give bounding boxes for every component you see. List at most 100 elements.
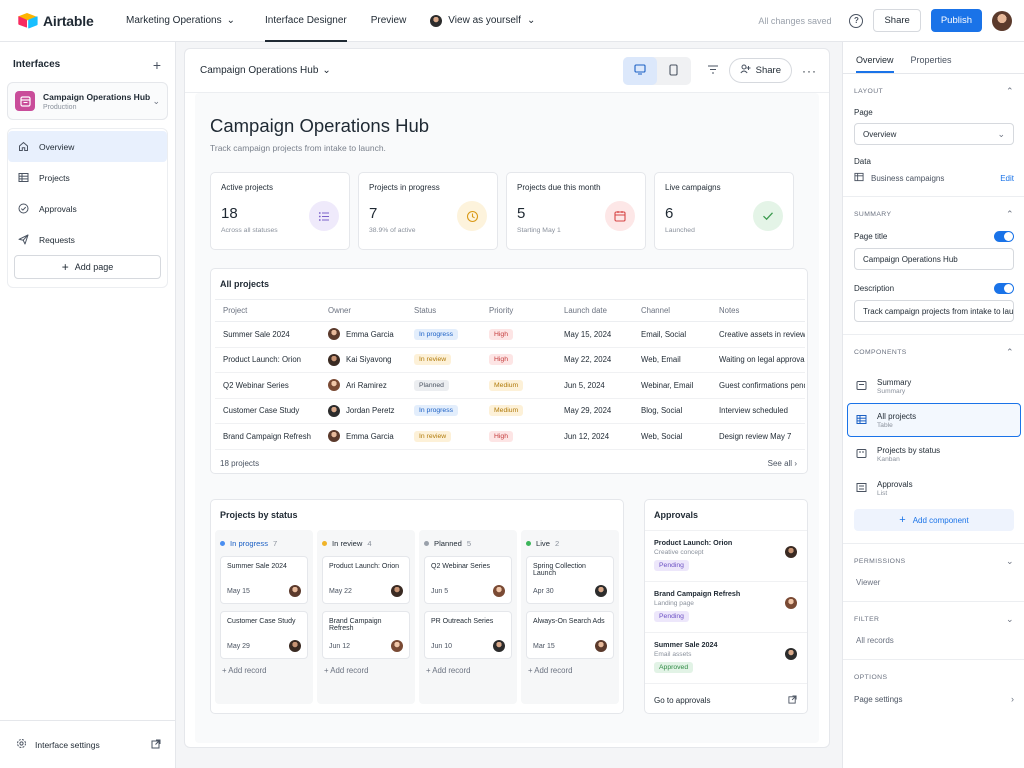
canvas-title-text: Campaign Operations Hub [200,65,319,76]
status-pill: Pending [654,611,689,622]
column-header[interactable]: Owner [320,299,406,322]
help-icon[interactable]: ? [849,13,864,28]
description-toggle[interactable] [994,283,1014,294]
more-icon[interactable]: ··· [802,64,817,78]
column-header[interactable]: Notes [711,299,805,322]
table-row[interactable]: Summer Sale 2024 Emma Garcia In progress Hi… [215,321,805,348]
interface-settings-button[interactable]: Interface settings [0,720,175,768]
nav-item-approvals[interactable]: Approvals [8,193,167,224]
options-section: OPTIONS Page settings › [843,660,1024,714]
section-header[interactable]: LAYOUT ⌃ [854,74,1014,108]
user-avatar[interactable] [992,10,1012,31]
component-item[interactable]: Summary Summary [854,369,1014,403]
cell-priority: High [481,423,556,450]
component-type: Summary [877,387,906,395]
stat-card-due-this-month[interactable]: Projects due this month 5 Starting May 1 [506,172,646,250]
section-header[interactable]: COMPONENTS ⌃ [854,335,1014,369]
owner-chip: Emma Garcia [328,430,406,443]
add-record-button[interactable]: + Add record [322,666,410,675]
component-item[interactable]: Approvals List [854,471,1014,505]
see-all-link[interactable]: See all › [768,459,797,468]
add-interface-icon[interactable]: + [153,58,161,72]
approval-item[interactable]: Brand Campaign Refresh Landing page Pendin… [645,581,807,632]
kanban-card[interactable]: Summer Sale 2024 May 15 [220,556,308,604]
page-settings-row[interactable]: Page settings › [854,694,1014,714]
component-item[interactable]: Projects by status Kanban [854,437,1014,471]
cell-project: Summer Sale 2024 [215,321,320,348]
base-selector[interactable]: Marketing Operations ⌄ [126,15,235,26]
interface-selector[interactable]: Campaign Operations Hub Production ⌄ [7,82,168,120]
add-record-label: Add record [432,666,471,675]
tab-interface-designer[interactable]: Interface Designer [265,0,347,42]
avatar [493,585,505,597]
mobile-view-button[interactable] [657,57,691,85]
component-item[interactable]: All projects Table [847,403,1021,437]
kanban-card[interactable]: Brand Campaign Refresh Jun 12 [322,611,410,659]
column-header[interactable]: Status [406,299,481,322]
add-record-button[interactable]: + Add record [526,666,614,675]
component-text: Summary Summary [877,378,911,395]
status-pill: Approved [654,662,694,673]
kanban-card[interactable]: Q2 Webinar Series Jun 5 [424,556,512,604]
publish-button[interactable]: Publish [930,9,982,32]
approval-item[interactable]: Product Launch: Orion Creative concept Pen… [645,530,807,581]
stat-card-in-progress[interactable]: Projects in progress 7 38.9% of active [358,172,498,250]
kanban-column-header[interactable]: In review 4 [322,536,410,550]
description-row: Description [854,283,1014,294]
approval-item[interactable]: Summer Sale 2024 Email assets Approved [645,632,807,683]
kanban-card[interactable]: Always-On Search Ads Mar 15 [526,611,614,659]
kanban-card[interactable]: Product Launch: Orion May 22 [322,556,410,604]
list-icon [309,201,339,231]
column-header[interactable]: Launch date [556,299,633,322]
column-header[interactable]: Project [215,299,320,322]
column-header[interactable]: Priority [481,299,556,322]
view-as-selector[interactable]: View as yourself ⌄ [430,14,535,27]
kanban-column-header[interactable]: Planned 5 [424,536,512,550]
chevron-down-icon: ⌄ [226,15,235,26]
description-input[interactable]: Track campaign projects from intake to l… [854,300,1014,322]
table-row[interactable]: Brand Campaign Refresh Emma Garcia In revi… [215,423,805,450]
cell-owner: Emma Garcia [320,423,406,450]
kanban-card[interactable]: Spring Collection Launch Apr 30 [526,556,614,604]
go-to-approvals-link[interactable]: Go to approvals [645,683,807,711]
nav-item-projects[interactable]: Projects [8,162,167,193]
add-record-button[interactable]: + Add record [220,666,308,675]
description-label: Description [854,284,895,293]
tab-preview[interactable]: Preview [371,0,407,42]
table-row[interactable]: Customer Case Study Jordan Peretz In progr… [215,398,805,424]
tab-properties[interactable]: Properties [911,55,952,73]
tab-overview[interactable]: Overview [856,55,894,73]
mobile-icon [669,63,678,78]
section-header[interactable]: SUMMARY ⌃ [854,197,1014,231]
kanban-card[interactable]: PR Outreach Series Jun 10 [424,611,512,659]
nav-item-requests[interactable]: Requests [8,224,167,255]
column-header[interactable]: Channel [633,299,711,322]
section-header[interactable]: FILTER ⌄ [854,602,1014,636]
table-row[interactable]: Product Launch: Orion Kai Siyavong In revi… [215,347,805,373]
add-component-button[interactable]: + Add component [854,509,1014,531]
kanban-card[interactable]: Customer Case Study May 29 [220,611,308,659]
chevron-down-icon: ⌄ [322,65,331,76]
table-row[interactable]: Q2 Webinar Series Ari Ramirez Planned Mediu… [215,372,805,399]
page-settings-label: Page settings [854,694,903,704]
page-title-toggle[interactable] [994,231,1014,242]
filter-icon[interactable] [707,64,719,77]
stat-card-live-campaigns[interactable]: Live campaigns 6 Launched [654,172,794,250]
canvas-share-button[interactable]: Share [728,58,792,83]
nav-item-overview[interactable]: Overview [8,131,167,162]
add-page-button[interactable]: + Add page [14,255,161,279]
page-title-input[interactable]: Campaign Operations Hub [854,248,1014,270]
section-header[interactable]: PERMISSIONS ⌄ [854,544,1014,578]
kanban-column-header[interactable]: Live 2 [526,536,614,550]
airtable-logo[interactable]: Airtable [18,12,114,29]
share-button[interactable]: Share [873,9,921,32]
add-component-label: Add component [912,515,969,525]
page-selector[interactable]: Campaign Operations Hub ⌄ [200,65,331,76]
edit-data-link[interactable]: Edit [1000,174,1014,183]
desktop-view-button[interactable] [622,56,657,85]
kanban-columns: In progress 7 Summer Sale 2024 May 15 Custom… [211,530,623,704]
kanban-column-header[interactable]: In progress 7 [220,536,308,550]
stat-card-active-projects[interactable]: Active projects 18 Across all statuses [210,172,350,250]
page-select[interactable]: Overview ⌄ [854,123,1014,145]
add-record-button[interactable]: + Add record [424,666,512,675]
